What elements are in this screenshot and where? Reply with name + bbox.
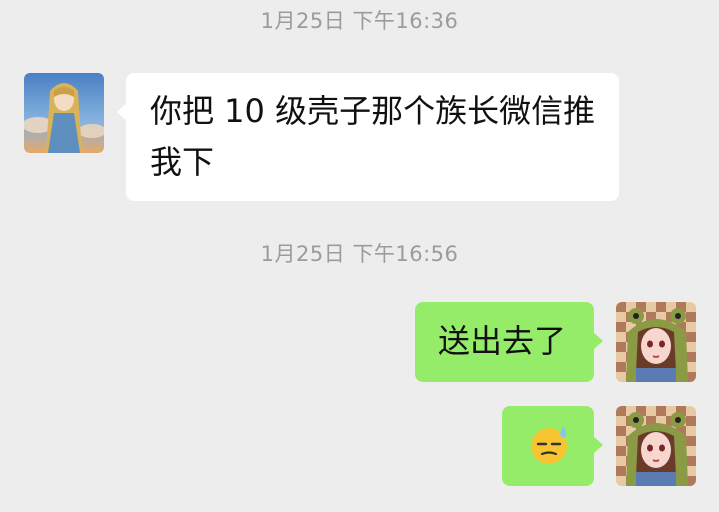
user-avatar[interactable] xyxy=(616,406,696,486)
contact-avatar[interactable] xyxy=(24,73,104,153)
frog-hood-girl-avatar-icon xyxy=(616,302,696,382)
message-text: 你把 10 级壳子那个族长微信推我下 xyxy=(150,92,596,181)
user-avatar[interactable] xyxy=(616,302,696,382)
outgoing-emoji-bubble[interactable] xyxy=(502,406,603,486)
timestamp: 1月25日 下午16:56 xyxy=(260,242,459,266)
timestamp: 1月25日 下午16:36 xyxy=(260,9,459,33)
message-text: 送出去了 xyxy=(438,322,567,360)
anime-girl-sky-avatar-icon xyxy=(24,73,104,153)
outgoing-message-bubble[interactable]: 送出去了 xyxy=(415,302,603,382)
incoming-message-bubble[interactable]: 你把 10 级壳子那个族长微信推我下 xyxy=(117,73,619,201)
frog-hood-girl-avatar-icon xyxy=(616,406,696,486)
sweat-face-emoji-icon xyxy=(531,426,567,464)
